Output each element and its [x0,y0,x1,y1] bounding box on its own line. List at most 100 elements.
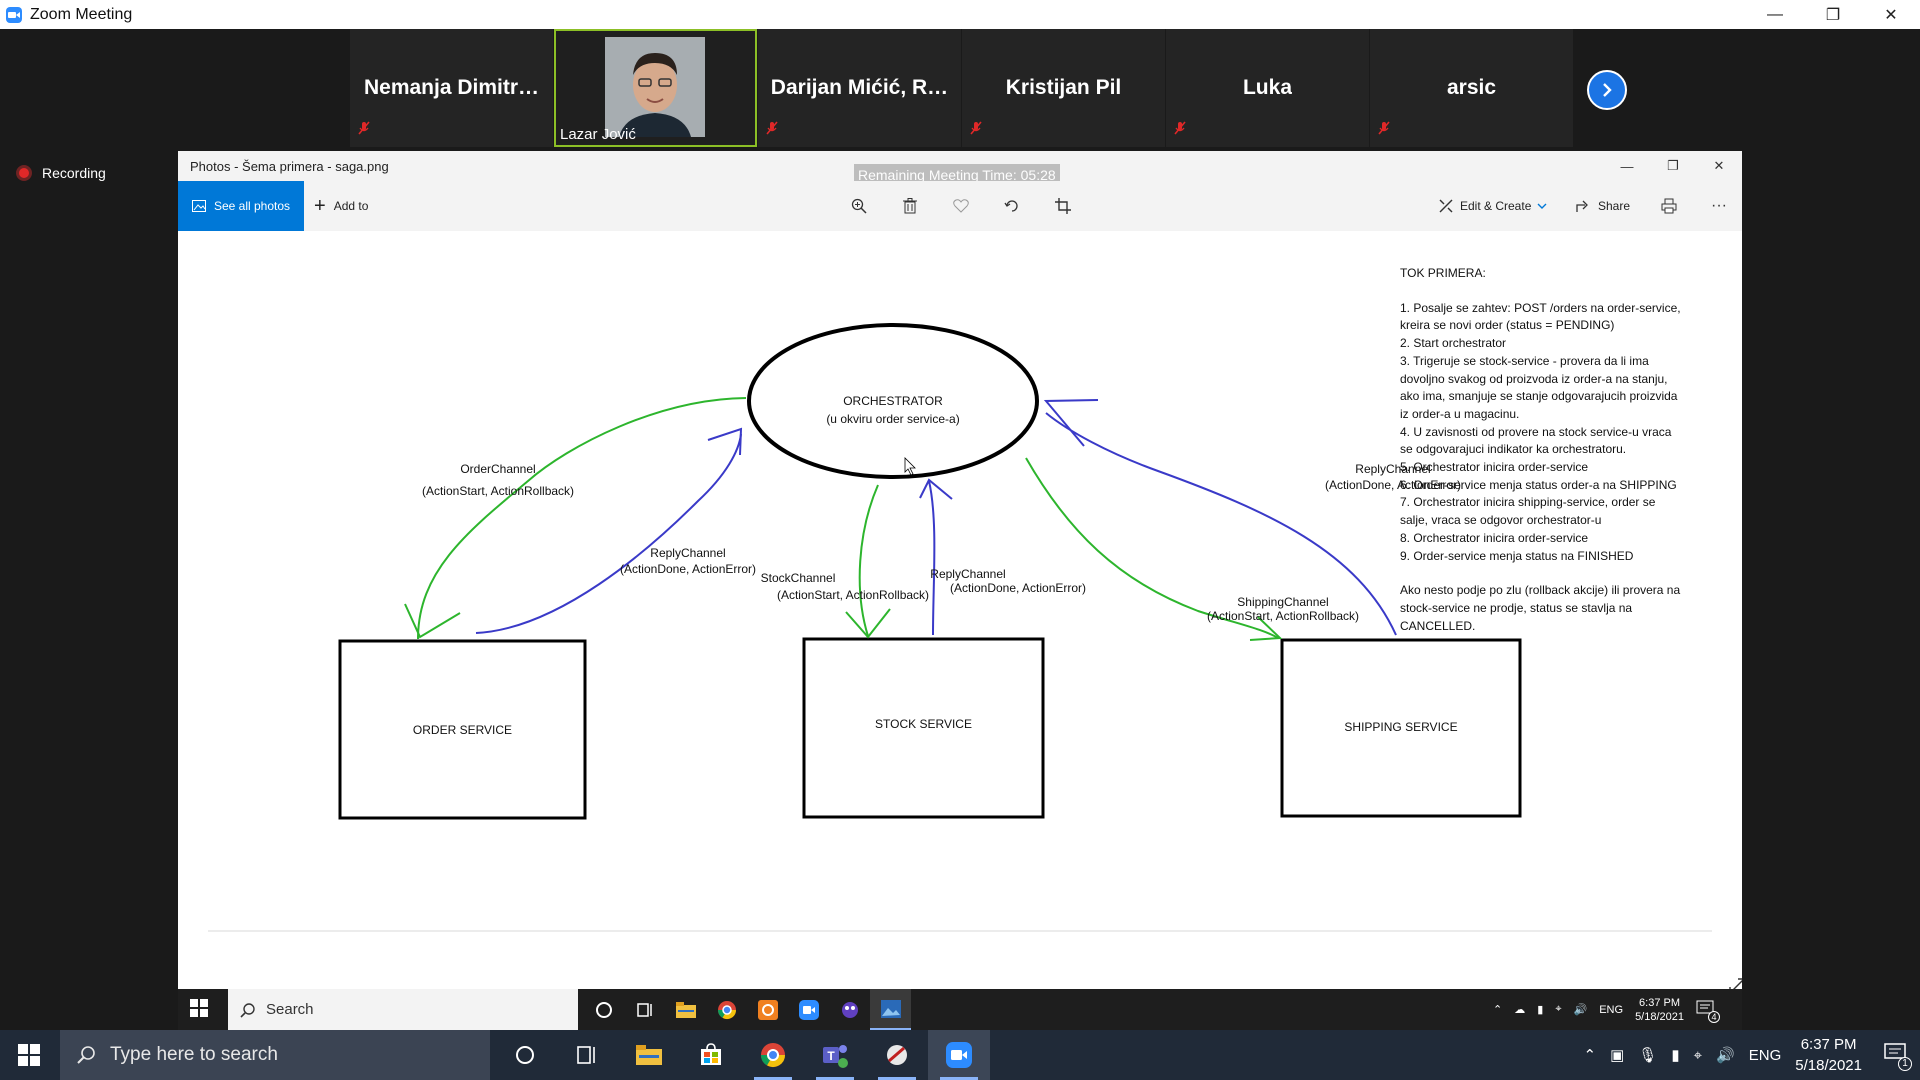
muted-mic-icon [356,120,372,141]
wifi-icon[interactable]: ⌖ [1555,1003,1561,1016]
orange-app-icon[interactable] [747,989,788,1030]
notes-line: 8. Orchestrator inicira order-service [1400,530,1589,545]
shared-date: 5/18/2021 [1635,1010,1684,1023]
taskbar-search-box[interactable]: Type here to search [60,1030,490,1080]
taskbar-time: 6:37 PM [1800,1036,1857,1053]
action-center-icon[interactable]: 1 [1884,1043,1912,1071]
shared-search-label: Search [266,1001,314,1018]
notes-line: 4. U zavisnosti od provere na stock serv… [1400,424,1672,439]
app-icon[interactable] [829,989,870,1030]
shipping-reply-arrowhead [1043,399,1099,447]
photos-toolbar: See all photos + Add to Edit & Create Sh… [178,181,1742,231]
participant-name: Lazar Jović [560,126,636,143]
photos-close-button[interactable]: ✕ [1696,151,1742,181]
mouse-cursor-icon [904,457,916,476]
share-button[interactable]: Share [1576,181,1630,231]
participant-tile[interactable]: Luka [1166,29,1369,147]
shared-system-tray: ⌃ ☁ ▮ ⌖ 🔊 ENG 6:37 PM 5/18/2021 4 [1493,989,1742,1030]
next-participants-button[interactable] [1587,70,1627,110]
photos-minimize-button[interactable]: — [1604,151,1650,181]
more-options-icon[interactable]: ··· [1707,194,1731,218]
chrome-icon[interactable] [742,1030,804,1080]
notes-line: se odgovarajuci indikator ka orchestrato… [1400,442,1627,457]
teams-icon[interactable]: T [804,1030,866,1080]
wifi-icon[interactable]: ⌖ [1694,1047,1702,1064]
notes-line: 1. Posalje se zahtev: POST /orders na or… [1400,300,1681,315]
zoom-icon[interactable] [788,989,829,1030]
show-hidden-icons[interactable]: ⌃ [1584,1046,1597,1064]
shipping-service-label: SHIPPING SERVICE [1344,720,1458,734]
edit-create-button[interactable]: Edit & Create [1438,181,1547,231]
microphone-icon[interactable]: 🎙 [1638,1046,1657,1064]
notes-line: 9. Order-service menja status na FINISHE… [1400,548,1634,563]
taskbar-clock[interactable]: 6:37 PM 5/18/2021 [1795,1034,1862,1076]
order-channel-actions: (ActionStart, ActionRollback) [421,484,575,498]
stock-reply-arrowhead [919,478,953,500]
microsoft-store-icon[interactable] [680,1030,742,1080]
muted-mic-icon [968,120,984,141]
delete-icon[interactable] [898,194,922,218]
participant-name: Darijan Mićić, R… [770,76,949,99]
cortana-icon[interactable] [583,989,624,1030]
file-explorer-icon[interactable] [665,989,706,1030]
rotate-icon[interactable] [1000,194,1024,218]
close-button[interactable]: ✕ [1862,0,1920,29]
restore-button[interactable]: ❐ [1804,0,1862,29]
onedrive-icon[interactable]: ☁ [1514,1003,1525,1016]
notification-icon[interactable]: 4 [1696,1000,1720,1023]
muted-mic-icon [1172,120,1188,141]
battery-icon[interactable]: ▮ [1671,1046,1679,1064]
svg-text:T: T [827,1049,835,1063]
recording-dot-icon [16,165,32,181]
chrome-icon[interactable] [706,989,747,1030]
muted-mic-icon [764,120,780,141]
print-icon[interactable] [1657,194,1681,218]
windows-start-icon[interactable] [18,1044,40,1071]
meet-now-icon[interactable]: ▣ [1610,1046,1624,1064]
zoom-titlebar: Zoom Meeting — ❐ ✕ [0,0,1920,29]
favorite-heart-icon[interactable] [949,194,973,218]
show-hidden-icons[interactable]: ⌃ [1493,1003,1502,1016]
photos-window-title: Photos - Šema primera - saga.png [190,158,389,174]
notes-line: iz order-a u magacinu. [1400,406,1520,421]
minimize-button[interactable]: — [1746,0,1804,29]
process-notes: TOK PRIMERA: 1. Posalje se zahtev: POST … [1400,265,1720,635]
photos-app-icon[interactable] [870,989,911,1030]
participant-video-tile[interactable]: Lazar Jović [554,29,757,147]
volume-icon[interactable]: 🔊 [1574,1003,1588,1016]
volume-icon[interactable]: 🔊 [1716,1046,1735,1064]
recording-indicator[interactable]: Recording [16,165,106,181]
language-indicator[interactable]: ENG [1599,1004,1623,1016]
zoom-icon[interactable] [928,1030,990,1080]
see-all-photos-button[interactable]: See all photos [178,181,304,231]
participant-tile[interactable]: Kristijan Pil [962,29,1165,147]
battery-icon[interactable]: ▮ [1537,1003,1543,1016]
shared-clock[interactable]: 6:37 PM 5/18/2021 [1635,996,1684,1024]
taskbar-apps: T [494,1030,990,1080]
crop-icon[interactable] [1051,194,1075,218]
notes-line: salje, vraca se odgovor orchestrator-u [1400,513,1602,528]
task-view-icon[interactable] [556,1030,618,1080]
language-indicator[interactable]: ENG [1749,1047,1782,1064]
participant-tile[interactable]: Nemanja Dimitr… [350,29,553,147]
cortana-icon[interactable] [494,1030,556,1080]
shared-search-box[interactable]: Search [228,989,578,1030]
add-to-button[interactable]: + Add to [314,181,368,231]
participant-tile[interactable]: arsic [1370,29,1573,147]
notes-line: 3. Trigeruje se stock-service - provera … [1400,353,1649,368]
notes-footer-line: CANCELLED. [1400,618,1476,633]
participant-tile[interactable]: Darijan Mićić, R… [758,29,961,147]
zoom-in-icon[interactable] [847,194,871,218]
stock-service-label: STOCK SERVICE [875,717,972,731]
search-icon [77,1046,95,1064]
muted-mic-icon [1376,120,1392,141]
file-explorer-icon[interactable] [618,1030,680,1080]
snipping-tool-icon[interactable] [866,1030,928,1080]
notes-footer-line: Ako nesto podje po zlu (rollback akcije)… [1400,583,1681,598]
order-channel-arrowhead [404,603,461,639]
taskbar-search-placeholder: Type here to search [110,1044,278,1065]
add-to-label: Add to [333,199,369,213]
windows-start-icon[interactable] [190,999,208,1022]
photos-restore-button[interactable]: ❐ [1650,151,1696,181]
task-view-icon[interactable] [624,989,665,1030]
